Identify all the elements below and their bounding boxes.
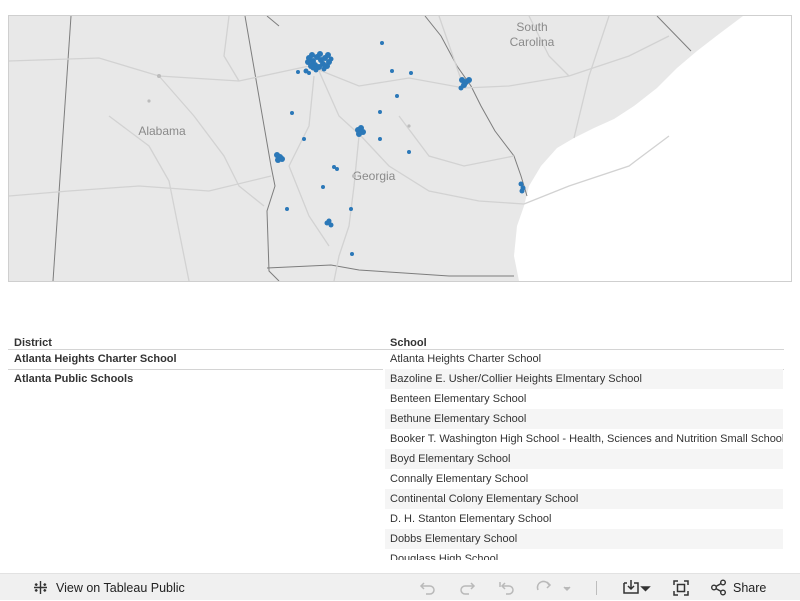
revert-button[interactable] (497, 574, 517, 601)
tableau-logo-icon (32, 579, 49, 596)
download-icon (621, 578, 651, 598)
refresh-icon (535, 578, 571, 598)
redo-button[interactable] (457, 574, 477, 601)
table-row[interactable]: Dobbs Elementary School (385, 529, 783, 549)
undo-icon (418, 578, 438, 598)
table-row[interactable]: D. H. Stanton Elementary School (385, 509, 783, 529)
label-georgia: Georgia (353, 169, 396, 183)
label-alabama: Alabama (138, 124, 186, 138)
label-south-carolina-2: Carolina (510, 35, 555, 49)
tableau-toolbar: View on Tableau Public Share (0, 573, 800, 600)
share-button[interactable]: Share (710, 574, 766, 601)
column-header-school[interactable]: School (390, 337, 427, 349)
table-row[interactable]: Bazoline E. Usher/Collier Heights Elment… (385, 369, 783, 389)
district-name[interactable]: Atlanta Public Schools (14, 373, 133, 385)
table-row[interactable]: Bethune Elementary School (385, 409, 783, 429)
map-view[interactable]: South Carolina Alabama Georgia (8, 15, 792, 282)
share-icon (710, 579, 727, 596)
download-button[interactable] (621, 574, 651, 601)
table-row[interactable]: Booker T. Washington High School - Healt… (385, 429, 783, 449)
table-row[interactable]: Benteen Elementary School (385, 389, 783, 409)
toolbar-divider (596, 581, 597, 595)
revert-icon (497, 578, 517, 598)
fullscreen-button[interactable] (672, 574, 690, 601)
table-header: District School (8, 334, 784, 350)
district-name[interactable]: Atlanta Heights Charter School (14, 353, 177, 365)
map-canvas[interactable]: South Carolina Alabama Georgia (9, 16, 791, 281)
school-table[interactable]: District School Atlanta Heights Charter … (8, 334, 784, 560)
fullscreen-icon (672, 579, 690, 597)
table-row[interactable]: Atlanta Heights Charter School (385, 349, 783, 369)
share-label: Share (733, 580, 767, 595)
undo-button[interactable] (418, 574, 438, 601)
label-south-carolina-1: South (516, 20, 547, 34)
table-row[interactable]: Continental Colony Elementary School (385, 489, 783, 509)
refresh-button[interactable] (535, 574, 571, 601)
table-row[interactable]: Boyd Elementary School (385, 449, 783, 469)
redo-icon (457, 578, 477, 598)
view-on-tableau-public-button[interactable]: View on Tableau Public (32, 574, 185, 601)
view-on-tableau-public-label: View on Tableau Public (56, 580, 185, 595)
column-header-district[interactable]: District (14, 337, 52, 349)
table-row[interactable]: Connally Elementary School (385, 469, 783, 489)
table-row[interactable]: Douglass High School (385, 549, 783, 560)
group-divider (8, 369, 383, 370)
